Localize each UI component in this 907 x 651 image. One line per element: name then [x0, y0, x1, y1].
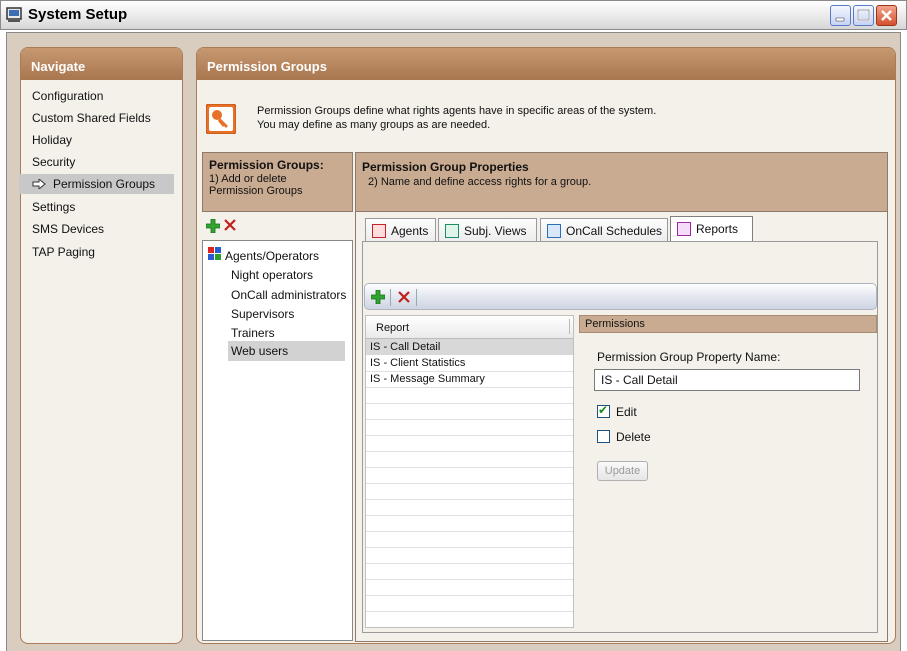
oncall-tab-icon	[547, 224, 561, 238]
close-icon	[881, 10, 892, 21]
tab-reports[interactable]: Reports	[670, 216, 753, 242]
tab-oncall-schedules[interactable]: OnCall Schedules	[540, 218, 668, 242]
tab-label: Subj. Views	[464, 224, 527, 238]
properties-subtitle: 2) Name and define access rights for a g…	[368, 176, 592, 188]
row-divider	[366, 579, 573, 580]
report-list[interactable]: Report IS - Call Detail IS - Client Stat…	[365, 315, 574, 628]
close-button[interactable]	[876, 5, 897, 26]
permission-groups-header: Permission Groups	[197, 48, 895, 80]
edit-label: Edit	[616, 405, 637, 419]
tab-label: Reports	[696, 222, 739, 236]
delete-label: Delete	[616, 430, 651, 444]
report-column-label: Report	[376, 322, 410, 334]
group-item-web-users[interactable]: Web users	[228, 341, 345, 361]
group-item-label: Web users	[231, 344, 289, 358]
row-divider	[366, 547, 573, 548]
column-divider	[569, 319, 570, 334]
tab-subj-views[interactable]: Subj. Views	[438, 218, 537, 242]
nav-item-label: Permission Groups	[53, 177, 156, 191]
system-setup-app-icon	[6, 7, 22, 22]
window-title: System Setup	[28, 6, 128, 23]
permissions-header-label: Permissions	[585, 318, 645, 330]
maximize-icon	[857, 9, 870, 21]
row-divider	[366, 563, 573, 564]
row-divider	[366, 451, 573, 452]
subj-views-tab-icon	[445, 224, 459, 238]
nav-item-holiday[interactable]: Holiday	[32, 133, 72, 147]
report-column-header[interactable]: Report	[366, 316, 573, 339]
row-divider	[366, 499, 573, 500]
row-divider	[366, 483, 573, 484]
group-item-night-operators[interactable]: Night operators	[231, 268, 313, 282]
nav-item-sms-devices[interactable]: SMS Devices	[32, 222, 104, 236]
tab-label: Agents	[391, 224, 429, 238]
permissions-header: Permissions	[579, 315, 877, 333]
row-divider	[366, 515, 573, 516]
delete-report-icon[interactable]	[398, 291, 410, 303]
title-bar[interactable]: System Setup	[0, 0, 907, 30]
toolbar-separator	[416, 289, 417, 306]
group-item-trainers[interactable]: Trainers	[231, 326, 275, 340]
reports-tab-icon	[677, 222, 691, 236]
properties-subheader: Permission Group Properties 2) Name and …	[355, 152, 888, 212]
reports-toolbar	[364, 283, 877, 310]
minimize-icon	[835, 17, 845, 22]
nav-item-custom-shared-fields[interactable]: Custom Shared Fields	[32, 111, 151, 125]
row-divider	[366, 403, 573, 404]
nav-item-settings[interactable]: Settings	[32, 200, 75, 214]
minimize-button[interactable]	[830, 5, 851, 26]
groups-subheader: Permission Groups: 1) Add or delete Perm…	[202, 152, 353, 212]
agents-group-icon	[208, 247, 221, 260]
property-name-field[interactable]	[594, 369, 860, 391]
report-item-call-detail[interactable]: IS - Call Detail	[370, 341, 440, 353]
agents-tab-icon	[372, 224, 386, 238]
row-divider	[366, 419, 573, 420]
navigate-header: Navigate	[21, 48, 182, 80]
edit-checkbox[interactable]	[597, 403, 610, 418]
row-divider	[366, 467, 573, 468]
groups-subtitle: 1) Add or delete Permission Groups	[209, 173, 303, 197]
row-divider	[366, 611, 573, 612]
groups-heading: Permission Groups:	[209, 158, 324, 172]
report-item-message-summary[interactable]: IS - Message Summary	[370, 373, 485, 385]
maximize-button[interactable]	[853, 5, 874, 26]
delete-group-icon[interactable]	[224, 219, 236, 231]
nav-item-permission-groups[interactable]: Permission Groups	[19, 174, 174, 194]
row-divider	[366, 371, 573, 372]
row-divider	[366, 435, 573, 436]
add-report-icon[interactable]	[371, 290, 385, 304]
property-name-label: Permission Group Property Name:	[597, 350, 781, 364]
delete-checkbox[interactable]	[597, 430, 610, 443]
panel-description: Permission Groups define what rights age…	[257, 105, 657, 131]
add-group-icon[interactable]	[206, 219, 220, 233]
nav-item-tap-paging[interactable]: TAP Paging	[32, 245, 95, 259]
row-divider	[366, 387, 573, 388]
arrow-right-icon	[32, 179, 46, 189]
group-item-supervisors[interactable]: Supervisors	[231, 307, 294, 321]
group-item-oncall-administrators[interactable]: OnCall administrators	[231, 288, 346, 302]
update-button[interactable]: Update	[597, 461, 648, 481]
key-icon	[206, 104, 236, 134]
row-divider	[366, 531, 573, 532]
tab-agents[interactable]: Agents	[365, 218, 436, 242]
tab-label: OnCall Schedules	[566, 224, 663, 238]
report-item-client-statistics[interactable]: IS - Client Statistics	[370, 357, 465, 369]
nav-item-security[interactable]: Security	[32, 155, 75, 169]
toolbar-separator	[390, 289, 391, 306]
groups-toolbar	[202, 212, 353, 240]
nav-item-configuration[interactable]: Configuration	[32, 89, 103, 103]
group-item-agents-operators[interactable]: Agents/Operators	[225, 249, 319, 263]
row-divider	[366, 595, 573, 596]
properties-heading: Permission Group Properties	[362, 160, 529, 174]
